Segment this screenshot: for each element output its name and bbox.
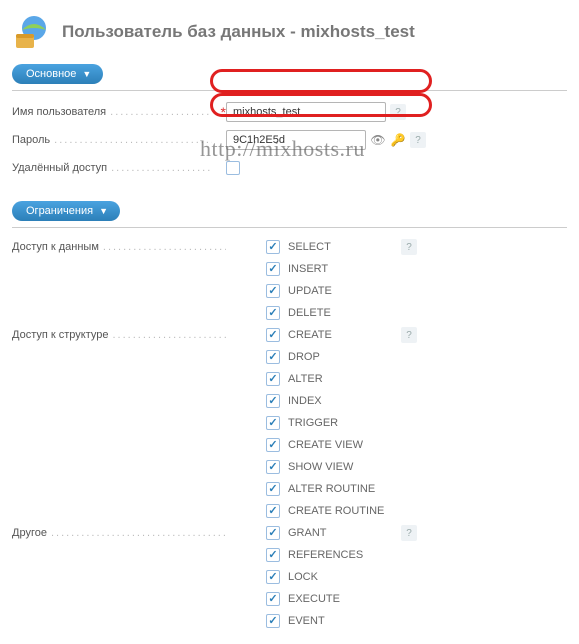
row-password: Пароль 👁 🔑 ? — [12, 127, 567, 153]
label-password: Пароль — [12, 134, 212, 146]
priv-checkbox[interactable] — [266, 548, 280, 562]
label-remote: Удалённый доступ — [12, 162, 212, 174]
priv-name: CREATE — [288, 329, 332, 341]
priv-checkbox[interactable] — [266, 416, 280, 430]
priv-checkbox[interactable] — [266, 350, 280, 364]
priv-row: INDEX — [12, 390, 567, 412]
priv-row: SHOW VIEW — [12, 456, 567, 478]
help-icon[interactable]: ? — [401, 239, 417, 255]
help-icon[interactable]: ? — [390, 104, 406, 120]
priv-row: LOCK — [12, 566, 567, 588]
priv-checkbox[interactable] — [266, 482, 280, 496]
username-input[interactable] — [226, 102, 386, 122]
chevron-down-icon: ▼ — [99, 206, 108, 216]
help-icon[interactable]: ? — [401, 525, 417, 541]
section-tab-perms[interactable]: Ограничения ▼ — [12, 201, 120, 221]
row-remote: Удалённый доступ — [12, 155, 567, 181]
chevron-down-icon: ▼ — [82, 69, 91, 79]
priv-row: ALTER — [12, 368, 567, 390]
priv-name: INSERT — [288, 263, 328, 275]
priv-name: INDEX — [288, 395, 322, 407]
priv-checkbox[interactable] — [266, 504, 280, 518]
priv-name: CREATE ROUTINE — [288, 505, 384, 517]
priv-checkbox[interactable] — [266, 284, 280, 298]
section-tab-main[interactable]: Основное ▼ — [12, 64, 103, 84]
priv-name: DELETE — [288, 307, 331, 319]
priv-name: CREATE VIEW — [288, 439, 363, 451]
priv-name: DROP — [288, 351, 320, 363]
remote-access-checkbox[interactable] — [226, 161, 240, 175]
priv-name: GRANT — [288, 527, 327, 539]
priv-checkbox[interactable] — [266, 460, 280, 474]
section-tab-perms-label: Ограничения — [26, 205, 93, 217]
priv-checkbox[interactable] — [266, 438, 280, 452]
priv-row: Доступ к структуре CREATE? — [12, 324, 567, 346]
priv-name: ALTER ROUTINE — [288, 483, 375, 495]
priv-row: DROP — [12, 346, 567, 368]
priv-row: CREATE ROUTINE — [12, 500, 567, 522]
priv-row: Другое GRANT? — [12, 522, 567, 544]
priv-group-label: Другое — [12, 527, 226, 539]
priv-row: EVENT — [12, 610, 567, 632]
priv-checkbox[interactable] — [266, 306, 280, 320]
priv-row: REFERENCES — [12, 544, 567, 566]
priv-name: SHOW VIEW — [288, 461, 353, 473]
priv-checkbox[interactable] — [266, 328, 280, 342]
priv-name: TRIGGER — [288, 417, 338, 429]
help-icon[interactable]: ? — [401, 327, 417, 343]
priv-row: TRIGGER — [12, 412, 567, 434]
priv-checkbox[interactable] — [266, 614, 280, 628]
row-username: Имя пользователя * ? — [12, 99, 567, 125]
priv-row: EXECUTE — [12, 588, 567, 610]
priv-checkbox[interactable] — [266, 240, 280, 254]
priv-checkbox[interactable] — [266, 262, 280, 276]
priv-checkbox[interactable] — [266, 592, 280, 606]
help-icon[interactable]: ? — [410, 132, 426, 148]
page-title: Пользователь баз данных - mixhosts_test — [62, 22, 415, 42]
priv-name: EVENT — [288, 615, 325, 627]
db-user-icon — [12, 12, 52, 52]
page-header: Пользователь баз данных - mixhosts_test — [12, 12, 567, 52]
label-username: Имя пользователя — [12, 106, 212, 118]
priv-name: LOCK — [288, 571, 318, 583]
priv-row: UPDATE — [12, 280, 567, 302]
priv-checkbox[interactable] — [266, 372, 280, 386]
divider — [12, 227, 567, 228]
priv-row: DELETE — [12, 302, 567, 324]
priv-name: REFERENCES — [288, 549, 363, 561]
priv-checkbox[interactable] — [266, 570, 280, 584]
section-tab-main-label: Основное — [26, 68, 76, 80]
password-input[interactable] — [226, 130, 366, 150]
priv-name: SELECT — [288, 241, 331, 253]
divider — [12, 90, 567, 91]
priv-checkbox[interactable] — [266, 394, 280, 408]
priv-name: EXECUTE — [288, 593, 340, 605]
priv-checkbox[interactable] — [266, 526, 280, 540]
key-icon[interactable]: 🔑 — [390, 132, 406, 148]
priv-group-label: Доступ к структуре — [12, 329, 226, 341]
priv-name: ALTER — [288, 373, 323, 385]
priv-name: UPDATE — [288, 285, 332, 297]
priv-row: CREATE VIEW — [12, 434, 567, 456]
eye-icon[interactable]: 👁 — [370, 132, 386, 148]
priv-group-label: Доступ к данным — [12, 241, 226, 253]
priv-row: INSERT — [12, 258, 567, 280]
required-marker: * — [212, 105, 226, 119]
priv-row: Доступ к данным SELECT? — [12, 236, 567, 258]
priv-row: ALTER ROUTINE — [12, 478, 567, 500]
